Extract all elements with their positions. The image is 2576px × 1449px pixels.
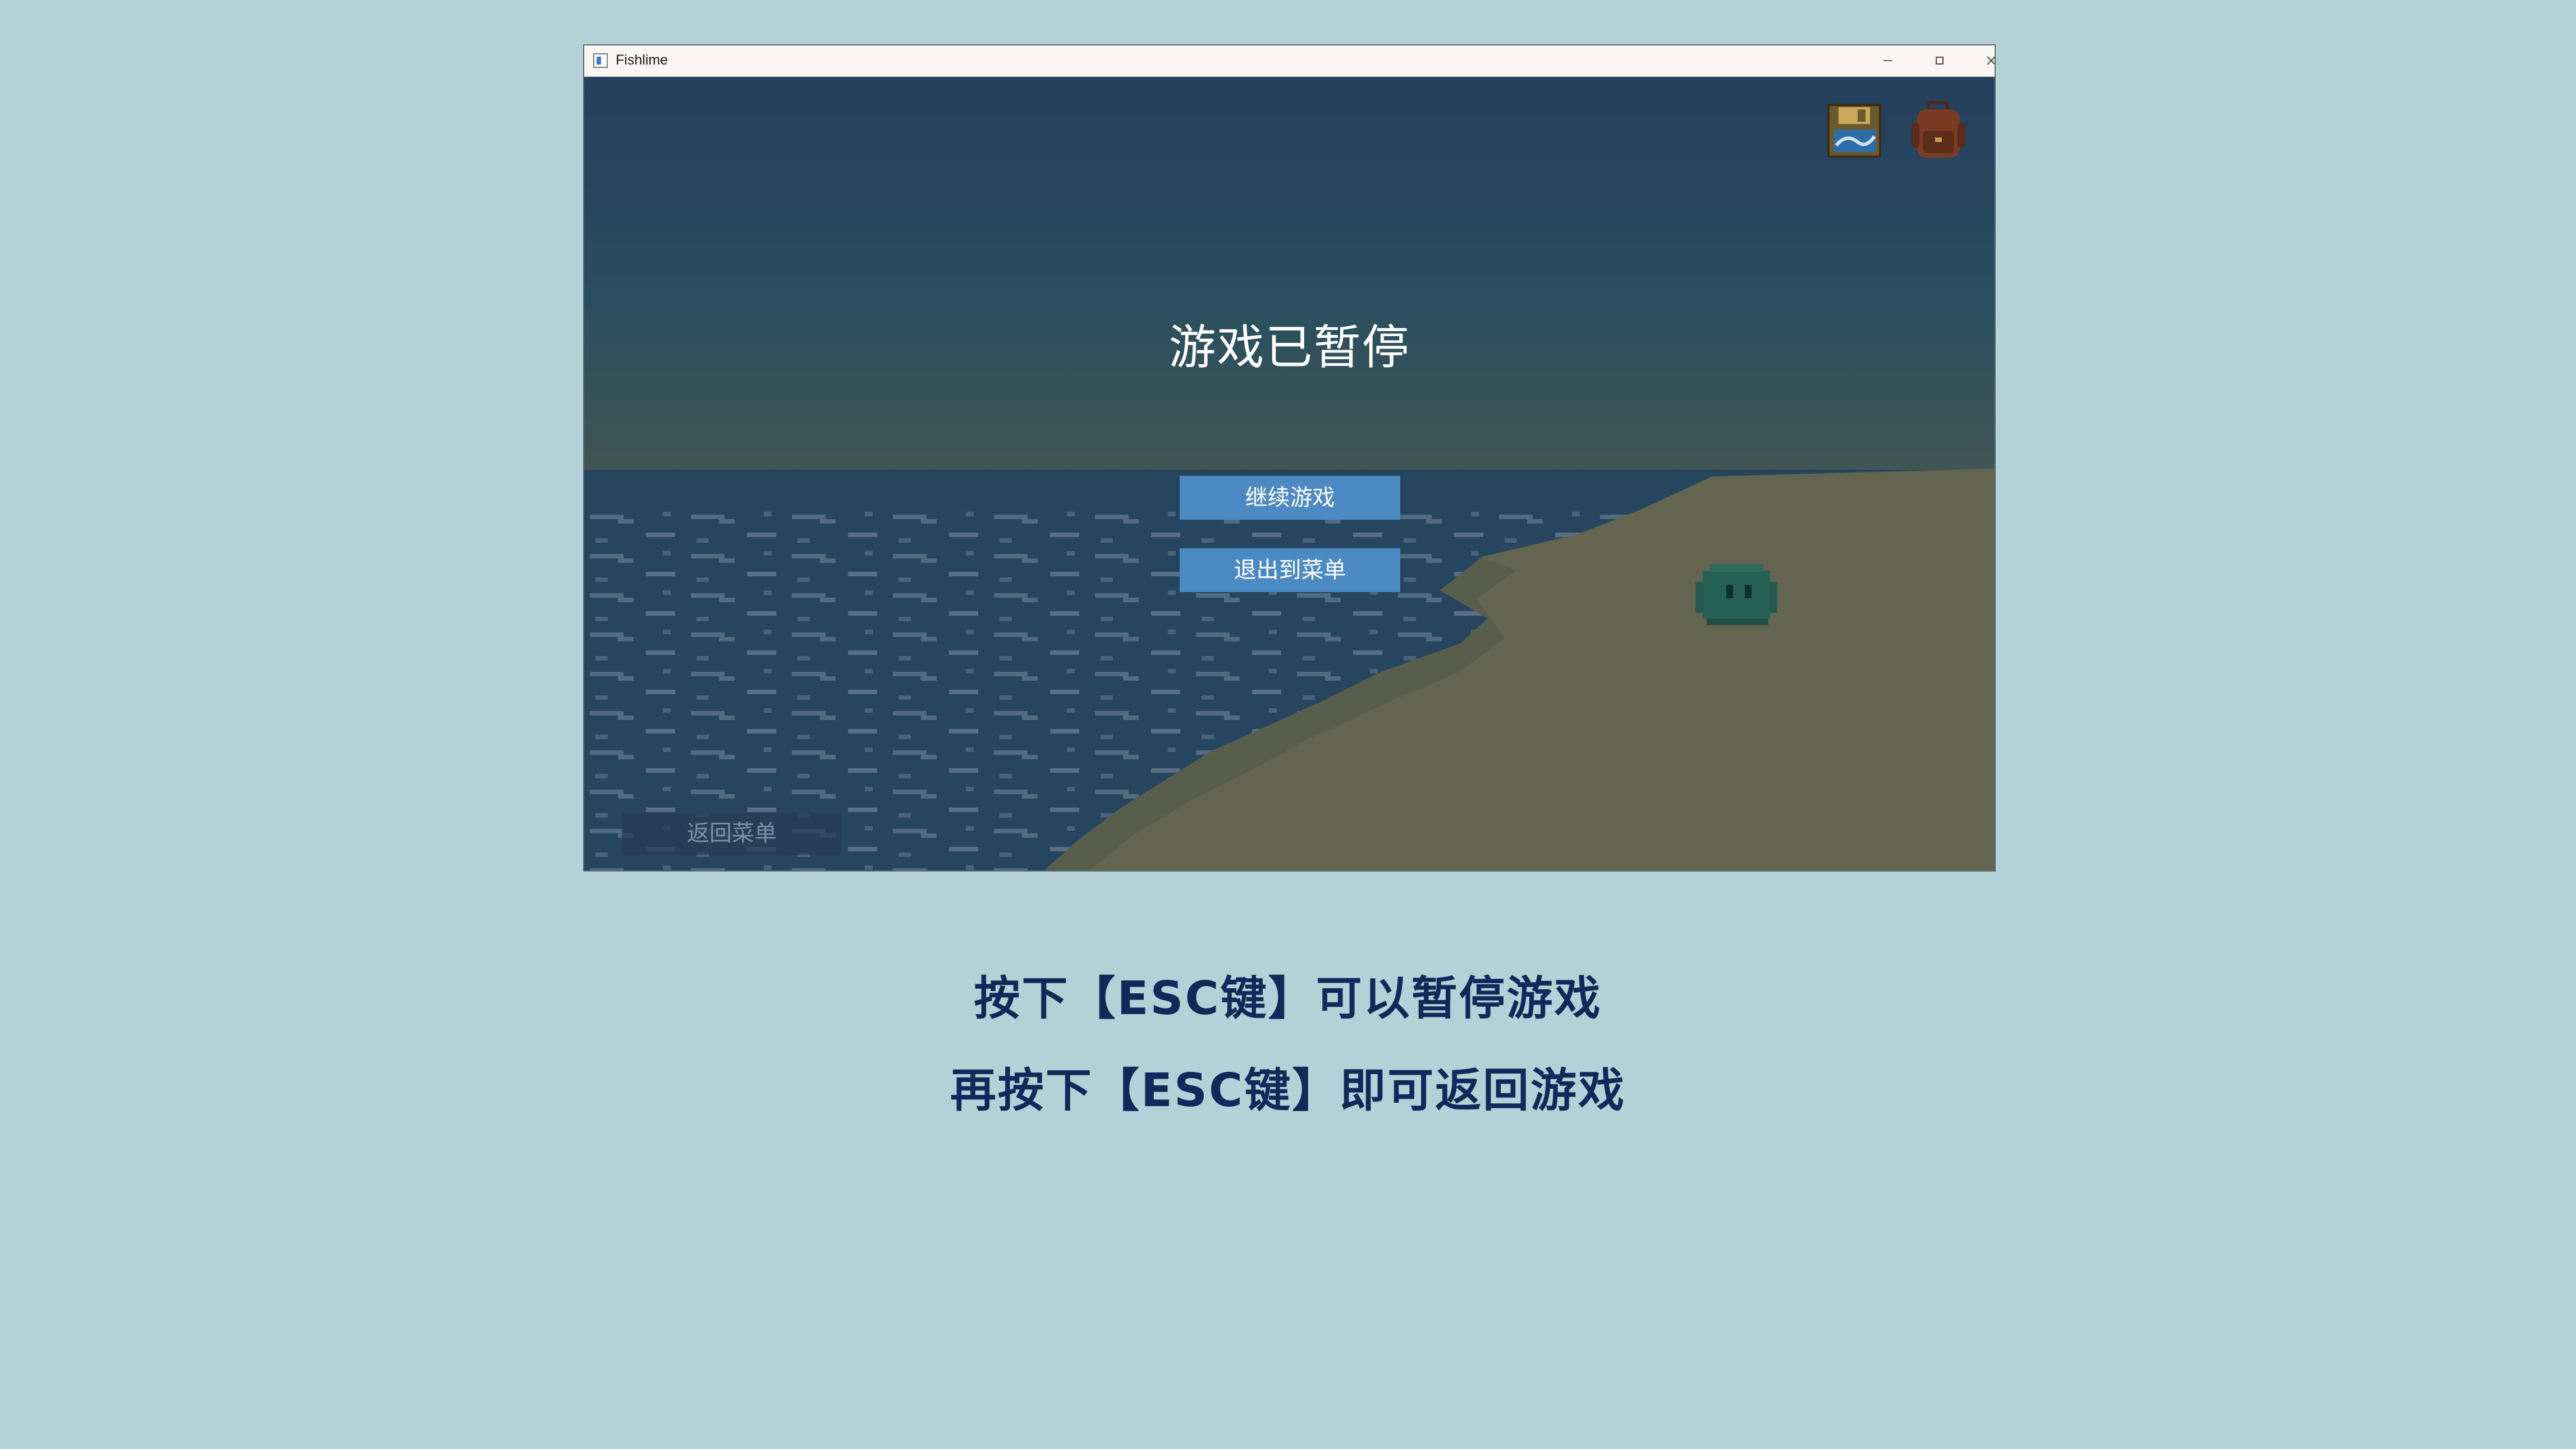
exit-to-menu-button[interactable]: 退出到菜单 <box>1180 548 1400 592</box>
resume-game-button[interactable]: 继续游戏 <box>1180 476 1400 520</box>
maximize-icon <box>1936 57 1944 65</box>
back-to-menu-button: 返回菜单 <box>622 813 842 855</box>
window-title: Fishlime <box>616 52 668 68</box>
pause-title: 游戏已暂停 <box>1168 320 1410 375</box>
title-bar[interactable]: Fishlime <box>584 45 1995 77</box>
minimize-button[interactable] <box>1863 45 1913 76</box>
backpack-icon[interactable] <box>1908 100 1970 162</box>
app-icon <box>593 53 608 68</box>
caption-line-1: 按下【ESC键】可以暂停游戏 <box>974 972 1602 1025</box>
maximize-button[interactable] <box>1914 45 1965 76</box>
close-button[interactable] <box>1966 45 1995 76</box>
game-window: Fishlime 游戏已暂停 继续游戏 退出到菜单 返回菜单 <box>583 44 1996 872</box>
save-disk-icon[interactable] <box>1824 100 1886 162</box>
pause-overlay <box>584 77 1995 870</box>
minimize-icon <box>1883 60 1892 61</box>
close-icon <box>1987 56 1995 65</box>
caption-line-2: 再按下【ESC键】即可返回游戏 <box>950 1064 1626 1117</box>
game-viewport: 游戏已暂停 继续游戏 退出到菜单 返回菜单 <box>584 77 1995 870</box>
